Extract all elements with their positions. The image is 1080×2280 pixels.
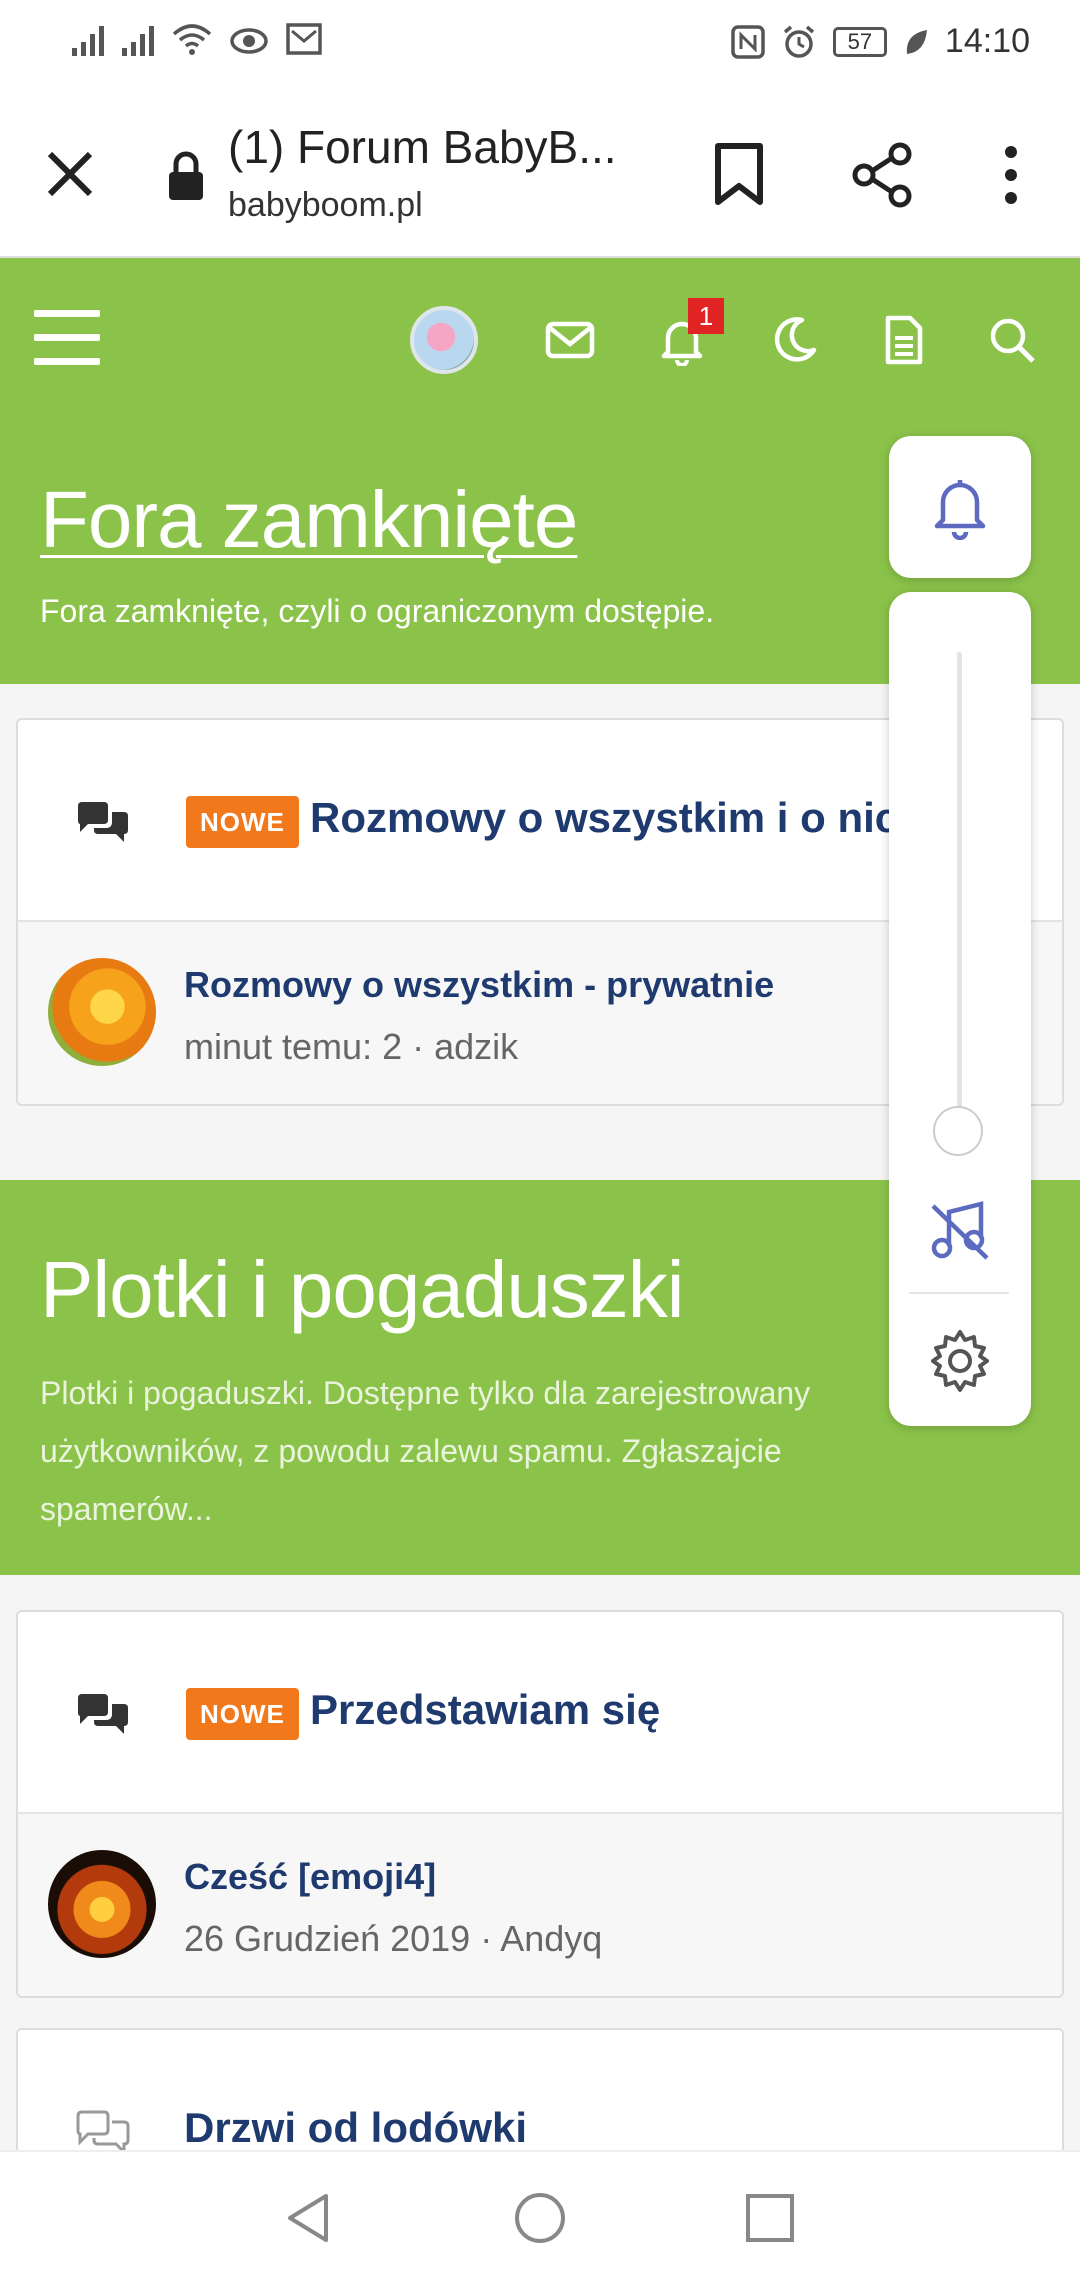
forum-node[interactable]: NOWE Przedstawiam się bbox=[18, 1612, 1062, 1814]
user-avatar[interactable] bbox=[48, 1850, 156, 1958]
new-badge: NOWE bbox=[186, 1688, 299, 1740]
forum-card: NOWE Przedstawiam się Cześć [emoji4] 26 … bbox=[16, 1610, 1064, 1998]
menu-icon[interactable] bbox=[34, 310, 100, 366]
status-bar: 57 14:10 bbox=[0, 0, 1080, 92]
category-description: Fora zamknięte, czyli o ograniczonym dos… bbox=[40, 593, 715, 629]
recents-icon[interactable] bbox=[742, 2190, 798, 2246]
last-post-meta: minut temu: 2 · adzik bbox=[184, 1026, 519, 1067]
battery-icon: 57 bbox=[832, 26, 887, 57]
volume-slider-handle[interactable] bbox=[933, 1106, 983, 1156]
envelope-icon[interactable] bbox=[544, 314, 596, 366]
page-title[interactable]: (1) Forum BabyB... bbox=[228, 120, 617, 174]
new-badge: NOWE bbox=[186, 796, 299, 848]
status-left-icons bbox=[72, 22, 322, 56]
notification-badge[interactable]: 1 bbox=[688, 298, 724, 334]
panel-divider bbox=[909, 1292, 1009, 1294]
browser-toolbar: (1) Forum BabyB... babyboom.pl bbox=[0, 92, 1080, 258]
moon-icon[interactable] bbox=[768, 314, 820, 366]
home-icon[interactable] bbox=[512, 2190, 568, 2246]
nfc-icon bbox=[731, 24, 765, 59]
avatar[interactable] bbox=[410, 306, 478, 374]
last-post: Cześć [emoji4] 26 Grudzień 2019 · Andyq bbox=[18, 1814, 1062, 1996]
alarm-icon bbox=[783, 25, 815, 58]
category-title[interactable]: Fora zamknięte bbox=[40, 474, 578, 566]
back-icon[interactable] bbox=[282, 2190, 338, 2246]
last-post-meta: 26 Grudzień 2019 · Andyq bbox=[184, 1918, 603, 1959]
forum-title[interactable]: Rozmowy o wszystkim i o nic bbox=[310, 794, 898, 842]
mail-icon bbox=[286, 23, 322, 55]
bell-icon bbox=[934, 480, 986, 540]
last-post-title[interactable]: Cześć [emoji4] bbox=[184, 1856, 436, 1898]
wifi-icon bbox=[172, 24, 212, 55]
close-icon[interactable] bbox=[40, 144, 100, 204]
chat-icon bbox=[78, 802, 128, 842]
document-icon[interactable] bbox=[878, 314, 930, 366]
lock-icon bbox=[169, 151, 203, 200]
notification-sound-panel bbox=[889, 592, 1031, 1426]
eye-icon bbox=[230, 28, 268, 54]
page-url[interactable]: babyboom.pl bbox=[228, 186, 423, 225]
music-off-icon[interactable] bbox=[927, 1198, 993, 1264]
battery-level: 57 bbox=[847, 28, 873, 54]
status-time: 14:10 bbox=[944, 22, 1030, 60]
more-icon[interactable] bbox=[996, 142, 1026, 208]
category-title[interactable]: Plotki i pogaduszki bbox=[40, 1244, 685, 1336]
share-icon[interactable] bbox=[852, 142, 912, 208]
forum-title[interactable]: Drzwi od lodówki bbox=[184, 2104, 527, 2152]
category-description: Plotki i pogaduszki. Dostępne tylko dla … bbox=[40, 1375, 811, 1527]
bookmark-icon[interactable] bbox=[712, 142, 766, 206]
volume-slider[interactable] bbox=[957, 652, 962, 1122]
chat-icon bbox=[78, 1694, 128, 1734]
system-nav-bar bbox=[0, 2150, 1080, 2280]
gear-icon[interactable] bbox=[927, 1328, 993, 1394]
signal-icon bbox=[122, 22, 154, 56]
forum-header: 1 bbox=[0, 258, 1080, 422]
user-avatar[interactable] bbox=[48, 958, 156, 1066]
status-right-icons: 57 14:10 bbox=[731, 22, 1030, 61]
search-icon[interactable] bbox=[986, 314, 1038, 366]
signal-icon bbox=[72, 22, 104, 56]
notification-toggle-button[interactable] bbox=[889, 436, 1031, 578]
last-post-title[interactable]: Rozmowy o wszystkim - prywatnie bbox=[184, 964, 774, 1006]
leaf-icon bbox=[906, 29, 927, 54]
forum-title[interactable]: Przedstawiam się bbox=[310, 1686, 660, 1734]
